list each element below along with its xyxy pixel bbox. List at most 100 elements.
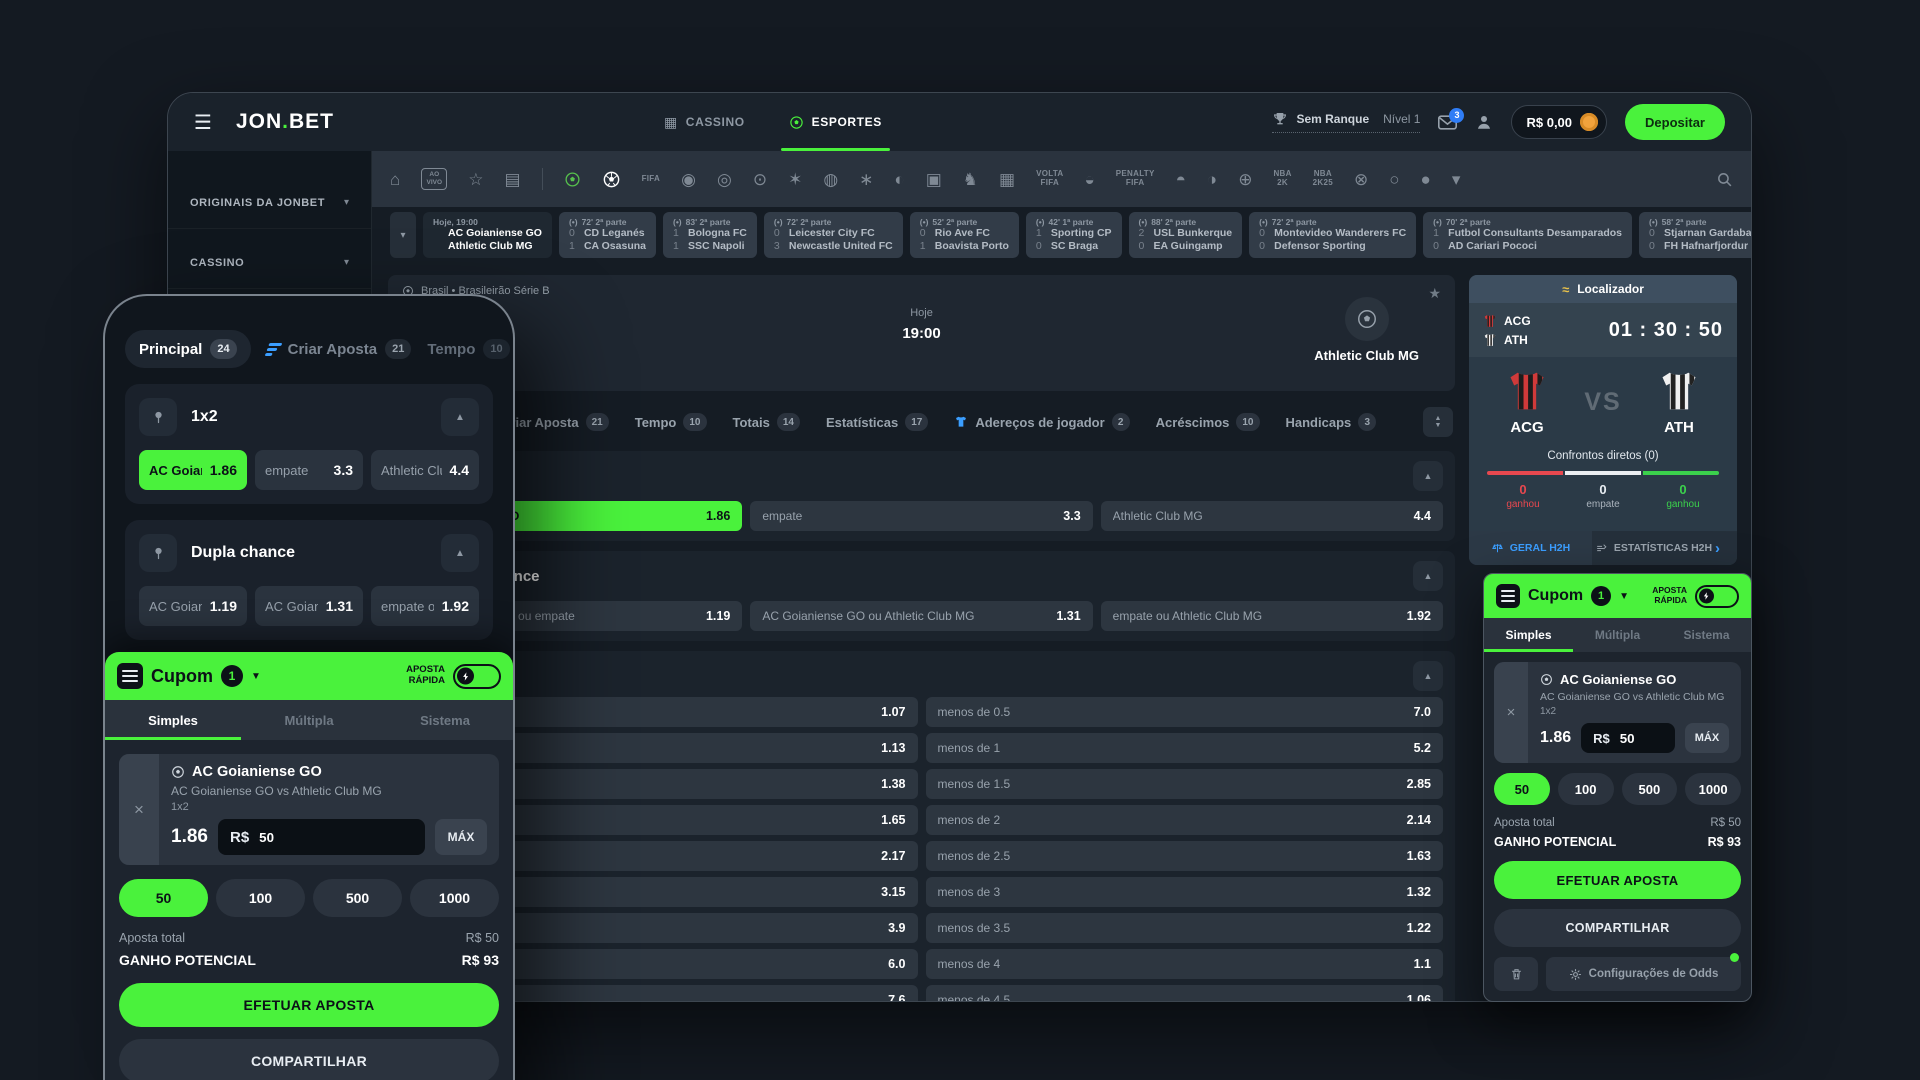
tab-multipla[interactable]: Múltipla [1573,618,1662,652]
ticker-card[interactable]: (•)58' 2ª parte 0Stjarnan Gardabae 0FH H… [1639,212,1751,258]
max-button[interactable]: MÁX [435,819,487,855]
home-icon[interactable]: ⌂ [390,171,400,188]
more-sports-chevron-icon[interactable]: ▾ [1452,171,1461,188]
my-bets-icon[interactable]: ▤ [505,171,521,188]
football-icon[interactable] [602,170,621,189]
tab-acrescimos[interactable]: Acréscimos10 [1156,413,1260,431]
odd-x2[interactable]: empate ou Athletic Club MG1.92 [371,586,479,626]
search-icon[interactable] [1716,171,1733,188]
collapse-section-button[interactable]: ▲ [1413,661,1443,691]
odd-1x[interactable]: AC Goianiense GO ou empate1.19 [139,586,247,626]
pin-icon[interactable] [139,398,177,436]
chevron-down-icon[interactable]: ▼ [1619,591,1629,602]
tab-tempo[interactable]: Tempo10 [635,413,707,431]
pin-icon[interactable] [139,534,177,572]
efootball-icon[interactable]: ⊙ [753,171,767,188]
odd-under[interactable]: menos de 22.14 [926,805,1444,835]
odd-x2[interactable]: empate ou Athletic Club MG1.92 [1101,601,1443,631]
collapse-section-button[interactable]: ▲ [1413,461,1443,491]
sidebar-item-cassino[interactable]: CASSINO▾ [168,237,371,289]
chevron-down-icon[interactable]: ▼ [251,671,261,682]
remove-bet-icon[interactable]: × [1507,704,1516,721]
odd-under[interactable]: menos de 0.57.0 [926,697,1444,727]
volta-fifa-icon[interactable]: VOLTA FIFA [1036,170,1063,188]
odd-under[interactable]: menos de 3.51.22 [926,913,1444,943]
quick-bet-toggle[interactable] [453,664,501,689]
tab-criar-aposta[interactable]: Criar Aposta21 [501,413,609,431]
ticker-card[interactable]: (•)83' 2ª parte 1Bologna FC 1SSC Napoli [663,212,757,258]
favorites-star-icon[interactable]: ☆ [468,171,483,188]
tab-estatisticas-h2h[interactable]: ESTATÍSTICAS H2H [1592,531,1715,565]
odd-home[interactable]: AC Goianiense GO1.86 [139,450,247,490]
chat-games-icon[interactable]: ◓ [1176,171,1186,188]
basketball-icon[interactable]: ◉ [681,171,696,188]
tab-totais[interactable]: Totais14 [733,413,800,431]
odd-under[interactable]: menos de 4.51.06 [926,985,1444,1002]
max-button[interactable]: MÁX [1685,723,1729,753]
tab-principal[interactable]: Principal24 [125,330,251,368]
rugby-icon[interactable]: ● [1421,171,1431,188]
tab-simples[interactable]: Simples [1484,618,1573,652]
snooker-icon[interactable]: ⊕ [1238,171,1252,188]
place-bet-button[interactable]: EFETUAR APOSTA [119,983,499,1027]
collapse-section-button[interactable]: ▲ [1413,561,1443,591]
amount-100-button[interactable]: 100 [216,879,305,917]
amount-1000-button[interactable]: 1000 [1685,773,1741,805]
odds-settings-button[interactable]: Configurações de Odds [1546,957,1741,991]
tennis-icon[interactable]: ◎ [717,171,732,188]
tab-handicaps[interactable]: Handicaps3 [1286,413,1377,431]
tab-geral-h2h[interactable]: GERAL H2H [1469,531,1592,565]
stake-input[interactable] [259,830,413,845]
ticker-card[interactable]: (•)72' 2ª parte 0Leicester City FC 3Newc… [764,212,903,258]
place-bet-button[interactable]: EFETUAR APOSTA [1494,861,1741,899]
tab-tempo[interactable]: Tempo10 [427,339,509,359]
tab-esportes[interactable]: ESPORTES [789,93,882,151]
odd-under[interactable]: menos de 1.52.85 [926,769,1444,799]
amount-1000-button[interactable]: 1000 [410,879,499,917]
darts-icon[interactable]: ⊗ [1354,171,1368,188]
tab-simples[interactable]: Simples [105,700,241,740]
stake-field[interactable]: R$ [218,819,425,855]
horse-racing-icon[interactable]: ♞ [963,171,978,188]
ticker-card[interactable]: (•)70' 2ª parte 1Futbol Consultants Desa… [1423,212,1632,258]
rank-widget[interactable]: Sem Ranque Nível 1 [1272,111,1420,133]
share-button[interactable]: COMPARTILHAR [1494,909,1741,947]
ledger-icon[interactable]: ▦ [999,171,1015,188]
tab-sistema[interactable]: Sistema [377,700,513,740]
tab-criar-aposta[interactable]: Criar Aposta21 [267,339,412,359]
amount-100-button[interactable]: 100 [1558,773,1614,805]
share-button[interactable]: COMPARTILHAR [119,1039,499,1080]
efootball-cup-icon[interactable]: ◒ [1085,171,1095,188]
esports-icon[interactable]: ▣ [926,171,942,188]
collapse-all-button[interactable]: ▲▼ [1423,407,1453,437]
odd-under[interactable]: menos de 41.1 [926,949,1444,979]
volleyball-icon[interactable]: ◍ [823,171,838,188]
remove-bet-icon[interactable]: × [134,800,144,820]
ticker-card[interactable]: Hoje, 19:00 AC Goianiense GO Athletic Cl… [423,212,552,258]
fifa-icon[interactable]: FIFA [642,175,661,184]
odd-12[interactable]: AC Goianiense GO ou Athletic Club MG1.31 [750,601,1092,631]
menu-icon[interactable]: ☰ [194,110,212,135]
ticker-card[interactable]: (•)42' 1ª parte 1Sporting CP 0SC Braga [1026,212,1122,258]
tab-sistema[interactable]: Sistema [1662,618,1751,652]
odd-under[interactable]: menos de 15.2 [926,733,1444,763]
ebasketball-icon[interactable]: ◑ [1207,171,1217,188]
user-icon[interactable] [1475,113,1493,131]
nba2k-icon[interactable]: NBA 2K [1273,170,1291,188]
sidebar-item-originais[interactable]: ORIGINAIS DA JONBET▾ [168,177,371,229]
odd-under[interactable]: menos de 2.51.63 [926,841,1444,871]
ticker-card[interactable]: (•)72' 2ª parte 0Montevideo Wanderers FC… [1249,212,1416,258]
ice-hockey-icon[interactable]: ∗ [859,171,873,188]
collapse-section-button[interactable]: ▲ [441,398,479,436]
tab-cassino[interactable]: ▦ CASSINO [664,93,745,151]
amount-50-button[interactable]: 50 [119,879,208,917]
collapse-section-button[interactable]: ▲ [441,534,479,572]
odd-draw[interactable]: empate3.3 [255,450,363,490]
tab-aderecos-jogador[interactable]: Adereços de jogador2 [954,413,1129,431]
tab-estatisticas[interactable]: Estatísticas17 [826,413,928,431]
tracker-next-chevron-icon[interactable]: › [1715,540,1737,557]
efighting-icon[interactable]: ✶ [788,171,802,188]
brazil-football-icon[interactable] [564,171,581,188]
nba2k25-icon[interactable]: NBA 2K25 [1313,170,1333,188]
tracker-header[interactable]: ≈ Localizador [1469,275,1737,303]
